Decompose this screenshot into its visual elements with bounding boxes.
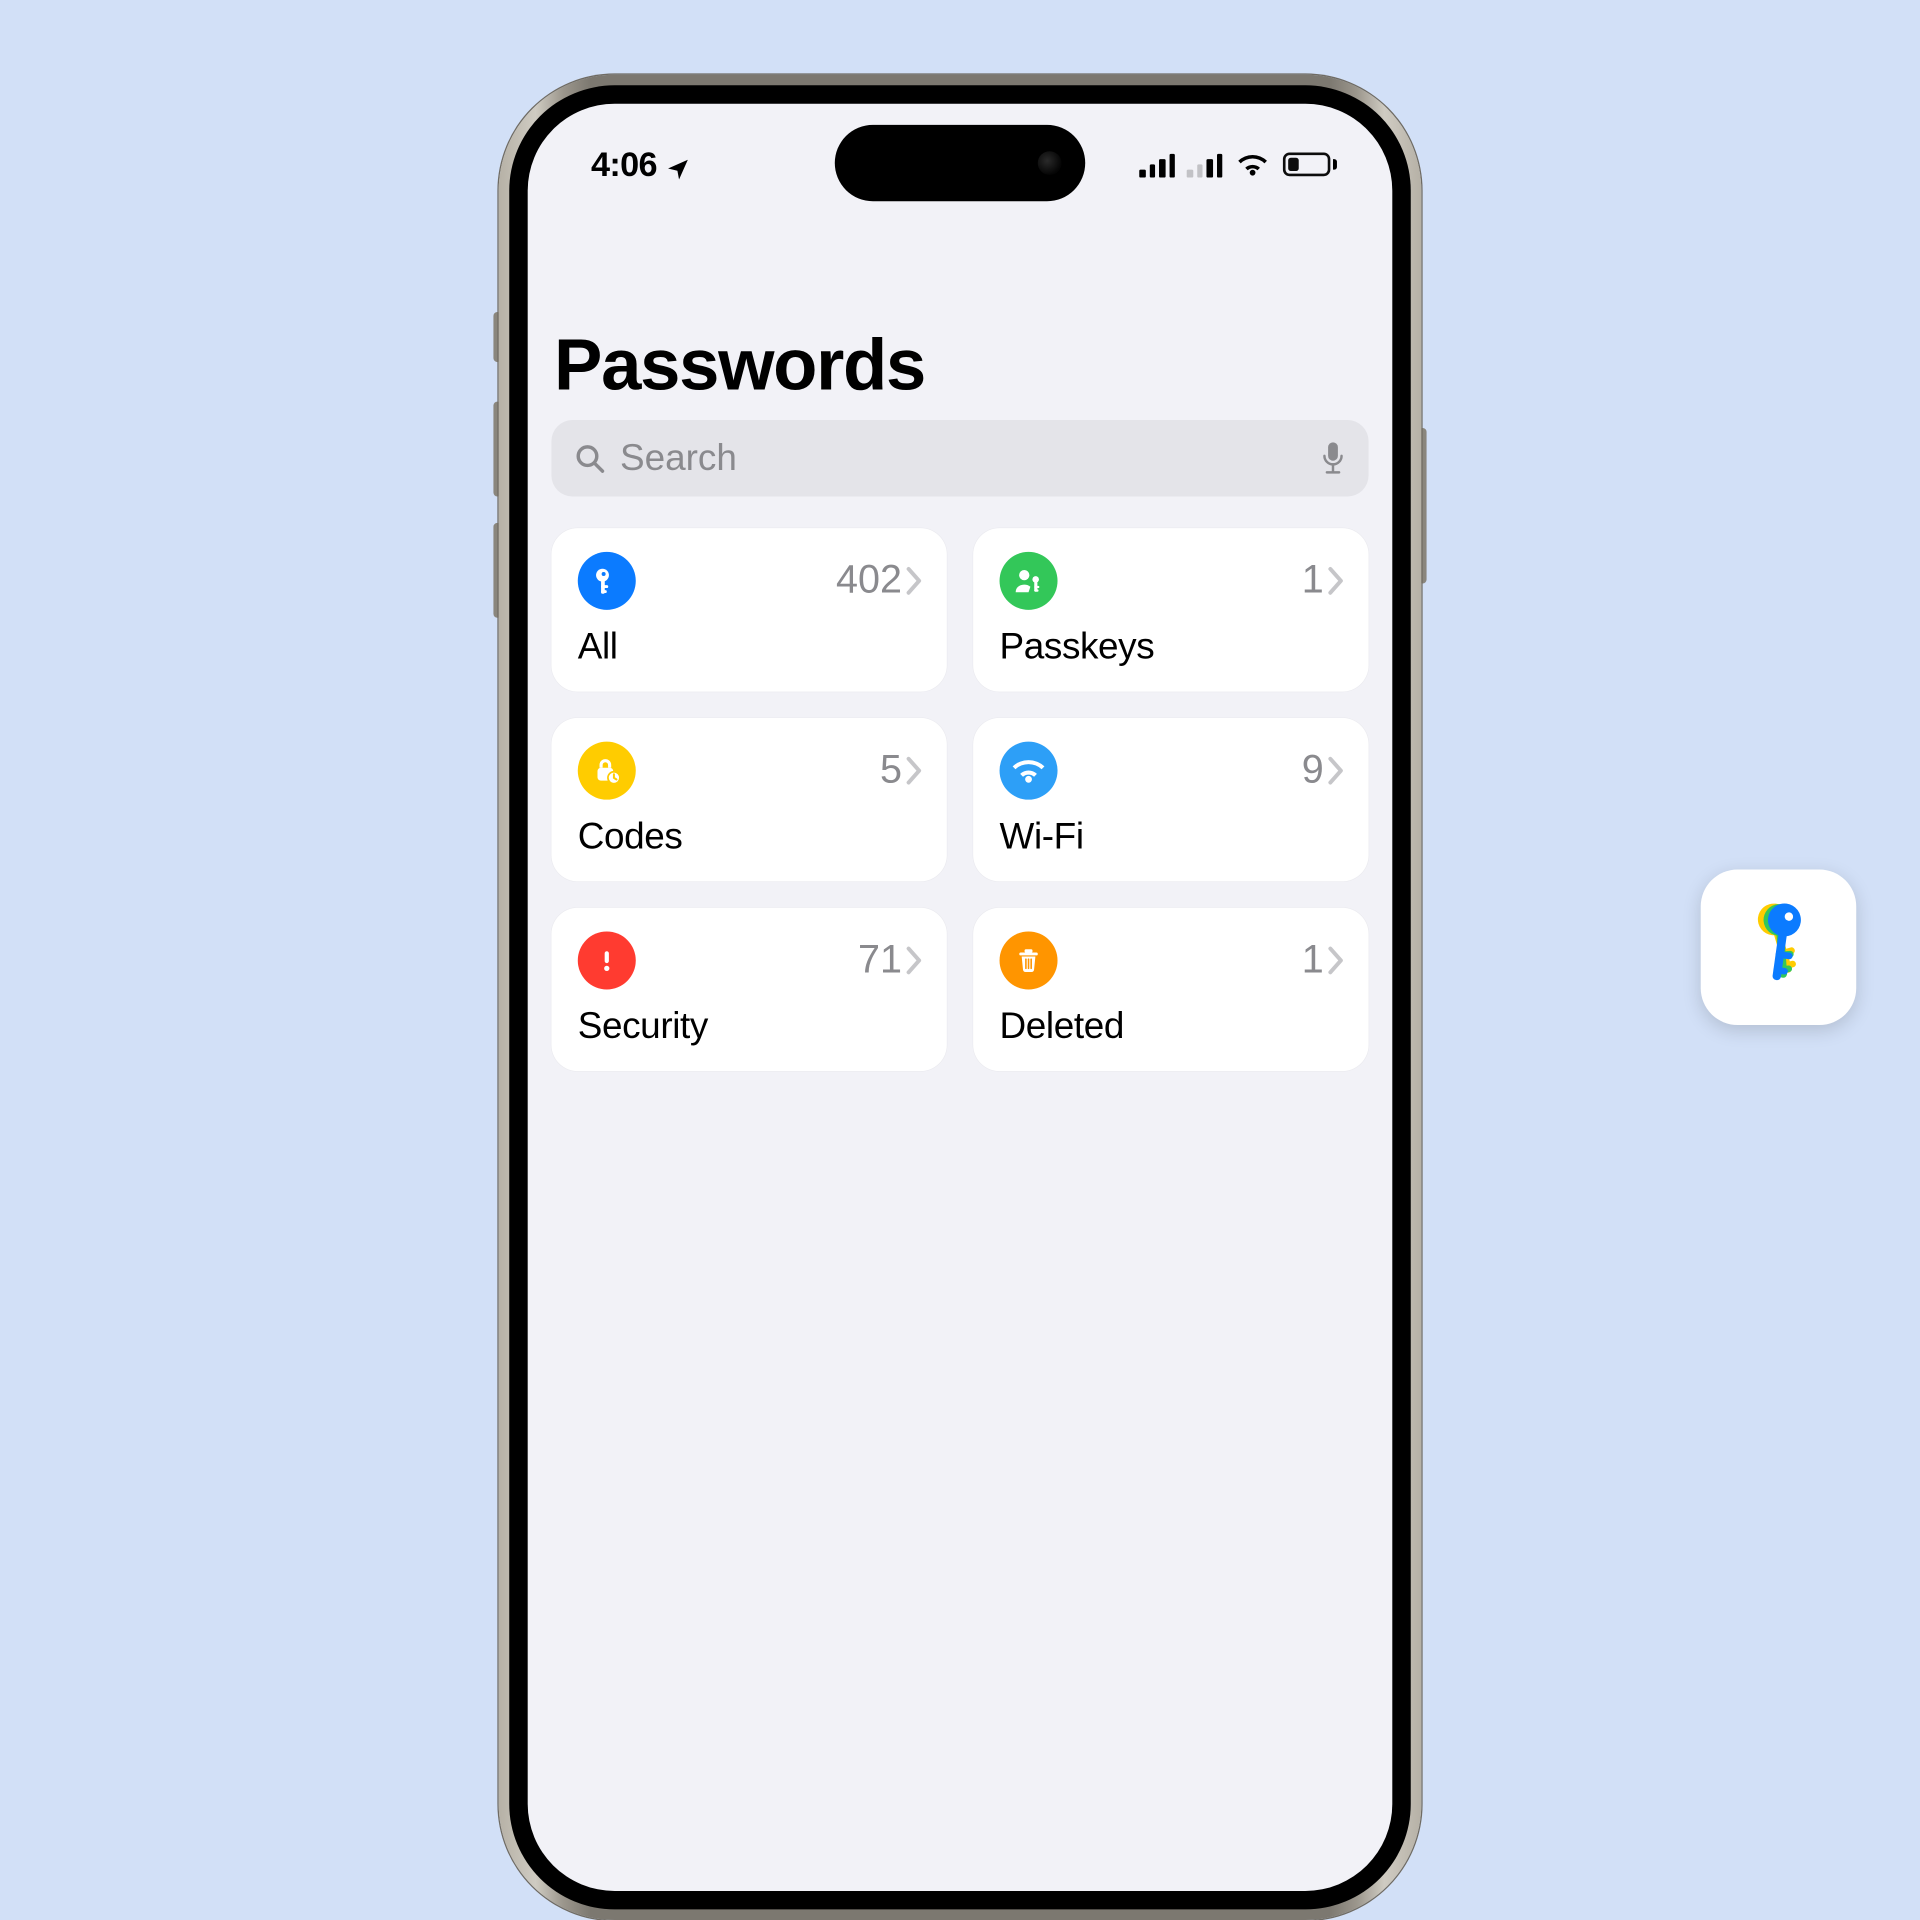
chevron-right-icon	[905, 566, 923, 595]
category-count: 1	[1302, 558, 1324, 603]
battery-icon	[1283, 153, 1337, 177]
page-title: Passwords	[551, 323, 1368, 407]
key-icon	[578, 552, 636, 610]
trash-icon	[1000, 931, 1058, 989]
category-card-passkeys[interactable]: 1 Passkeys	[973, 528, 1368, 691]
category-count: 71	[858, 938, 902, 983]
category-grid: 402 All 1	[551, 528, 1368, 1071]
category-card-wifi[interactable]: 9 Wi-Fi	[973, 718, 1368, 881]
microphone-icon[interactable]	[1318, 441, 1347, 475]
category-card-all[interactable]: 402 All	[551, 528, 946, 691]
passkey-icon	[1000, 552, 1058, 610]
category-count: 1	[1302, 938, 1324, 983]
screen: 4:06	[528, 104, 1393, 1891]
wifi-icon	[1235, 151, 1269, 177]
alert-icon	[578, 931, 636, 989]
category-count: 5	[880, 748, 902, 793]
category-card-security[interactable]: 71 Security	[551, 908, 946, 1071]
wifi-icon	[1000, 742, 1058, 800]
chevron-right-icon	[1326, 566, 1344, 595]
chevron-right-icon	[905, 946, 923, 975]
iphone-device-frame: 4:06	[499, 75, 1422, 1920]
category-label: All	[578, 626, 923, 668]
category-card-deleted[interactable]: 1 Deleted	[973, 908, 1368, 1071]
category-label: Wi-Fi	[1000, 815, 1345, 857]
passwords-app-icon	[1701, 870, 1857, 1026]
category-count: 9	[1302, 748, 1324, 793]
category-count: 402	[836, 558, 902, 603]
cellular-icon	[1139, 151, 1222, 177]
status-bar: 4:06	[528, 104, 1393, 220]
category-label: Deleted	[1000, 1005, 1345, 1047]
location-icon	[665, 151, 691, 177]
search-icon	[573, 441, 607, 475]
status-time: 4:06	[591, 144, 657, 185]
chevron-right-icon	[905, 756, 923, 785]
search-input[interactable]	[620, 437, 1305, 479]
lock-clock-icon	[578, 742, 636, 800]
category-card-codes[interactable]: 5 Codes	[551, 718, 946, 881]
category-label: Codes	[578, 815, 923, 857]
chevron-right-icon	[1326, 756, 1344, 785]
chevron-right-icon	[1326, 946, 1344, 975]
category-label: Passkeys	[1000, 626, 1345, 668]
search-bar[interactable]	[551, 420, 1368, 496]
category-label: Security	[578, 1005, 923, 1047]
